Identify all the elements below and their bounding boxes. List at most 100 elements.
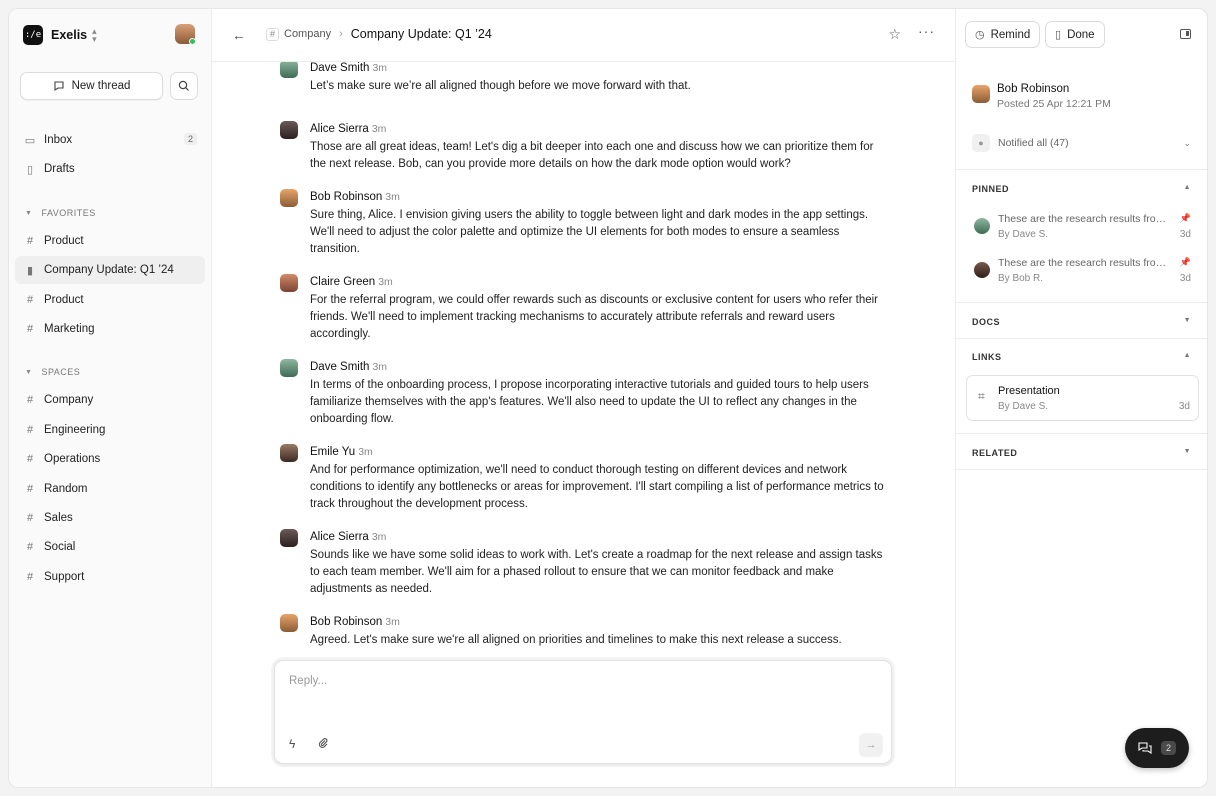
avatar bbox=[974, 262, 990, 278]
thread-details-panel: ◷ Remind ▯ Done Bob Robinson Posted 25 A… bbox=[955, 9, 1207, 787]
docs-heading[interactable]: DOCS ▼ bbox=[972, 317, 1191, 327]
message-list[interactable]: Dave Smith 3m Let’s make sure we’re all a… bbox=[212, 62, 955, 652]
sidebar-item-label: Operations bbox=[44, 453, 101, 465]
inbox-icon: ▭ bbox=[24, 134, 36, 147]
threads-fab-button[interactable]: 2 bbox=[1125, 728, 1189, 768]
sidebar-item-company-update[interactable]: ▮ Company Update: Q1 ’24 bbox=[15, 256, 205, 284]
message-author[interactable]: Claire Green bbox=[310, 276, 375, 288]
more-options-icon[interactable]: ··· bbox=[918, 23, 935, 39]
thread-header: ← # Company › Company Update: Q1 ’24 ☆ ·… bbox=[212, 9, 955, 62]
lightning-icon[interactable]: ϟ bbox=[289, 737, 295, 751]
breadcrumb-space-link[interactable]: Company bbox=[284, 28, 331, 40]
sidebar-item-label: Engineering bbox=[44, 424, 106, 436]
back-arrow-icon[interactable]: ← bbox=[232, 27, 246, 43]
file-icon: ▯ bbox=[26, 163, 34, 176]
message-author[interactable]: Dave Smith bbox=[310, 361, 369, 373]
workspace-switcher[interactable]: :/e Exelis ▴ ▾ bbox=[23, 23, 197, 47]
message-time: 3m bbox=[358, 446, 373, 458]
sidebar-item-product-2[interactable]: # Product bbox=[15, 286, 205, 314]
favorites-heading[interactable]: ▼ FAVORITES bbox=[25, 208, 96, 218]
divider bbox=[956, 302, 1207, 303]
avatar[interactable] bbox=[280, 614, 298, 632]
spaces-heading[interactable]: ▼ SPACES bbox=[25, 367, 80, 377]
divider bbox=[956, 338, 1207, 339]
avatar[interactable] bbox=[280, 121, 298, 139]
reply-input[interactable] bbox=[289, 675, 849, 687]
author-name[interactable]: Bob Robinson bbox=[997, 83, 1111, 95]
sidebar-item-company[interactable]: # Company bbox=[15, 386, 205, 414]
hash-icon: # bbox=[26, 541, 34, 553]
sidebar-item-drafts[interactable]: ▯ Drafts bbox=[15, 155, 205, 183]
message-time: 3m bbox=[372, 62, 388, 74]
figma-icon: ⌗ bbox=[978, 389, 985, 403]
message-time: 3m bbox=[371, 123, 387, 135]
pinned-item[interactable]: These are the research results from the … bbox=[974, 257, 1191, 289]
hash-icon: # bbox=[26, 294, 34, 306]
sidebar-item-support[interactable]: # Support bbox=[15, 563, 205, 591]
pinned-heading[interactable]: PINNED ▲ bbox=[972, 184, 1191, 194]
sidebar-item-operations[interactable]: # Operations bbox=[15, 445, 205, 473]
toggle-panel-icon[interactable] bbox=[1180, 29, 1191, 39]
search-button[interactable] bbox=[170, 72, 198, 100]
reply-composer: ϟ → bbox=[274, 660, 892, 764]
sidebar-item-marketing[interactable]: # Marketing bbox=[15, 315, 205, 343]
avatar[interactable] bbox=[280, 529, 298, 547]
sidebar-item-product[interactable]: # Product bbox=[15, 227, 205, 255]
link-card[interactable]: ⌗ Presentation By Dave S. 3d bbox=[966, 375, 1199, 421]
divider bbox=[956, 169, 1207, 170]
breadcrumb: # Company › Company Update: Q1 ’24 bbox=[266, 27, 492, 41]
message-author[interactable]: Alice Sierra bbox=[310, 123, 369, 135]
message-author[interactable]: Bob Robinson bbox=[310, 616, 382, 628]
pinned-by: By Dave S. bbox=[998, 229, 1049, 240]
avatar[interactable] bbox=[280, 359, 298, 377]
pin-icon: 📌 bbox=[1179, 213, 1191, 223]
message: Bob Robinson 3m Agreed. Let's make sure w… bbox=[280, 614, 892, 649]
caret-down-icon: ▼ bbox=[25, 368, 33, 376]
thread-main: ← # Company › Company Update: Q1 ’24 ☆ ·… bbox=[212, 9, 955, 787]
star-icon[interactable]: ☆ bbox=[888, 26, 901, 43]
sidebar-item-sales[interactable]: # Sales bbox=[15, 504, 205, 532]
sidebar-item-engineering[interactable]: # Engineering bbox=[15, 416, 205, 444]
page-title: Company Update: Q1 ’24 bbox=[350, 27, 492, 41]
caret-up-icon: ▲ bbox=[1183, 184, 1191, 191]
avatar[interactable] bbox=[280, 62, 298, 78]
new-thread-icon bbox=[54, 81, 64, 92]
avatar[interactable] bbox=[280, 444, 298, 462]
online-status-dot bbox=[189, 38, 196, 45]
caret-down-icon: ▼ bbox=[1183, 448, 1191, 455]
user-avatar[interactable] bbox=[175, 24, 196, 45]
sidebar-item-label: Company bbox=[44, 394, 94, 406]
paperclip-icon[interactable] bbox=[317, 737, 329, 752]
sidebar-item-inbox[interactable]: ▭ Inbox 2 bbox=[15, 126, 205, 154]
link-title: Presentation bbox=[998, 385, 1060, 397]
pin-icon: 📌 bbox=[1179, 257, 1191, 267]
message-author[interactable]: Emile Yu bbox=[310, 446, 355, 458]
new-thread-button[interactable]: New thread bbox=[20, 72, 163, 100]
avatar[interactable] bbox=[972, 85, 990, 103]
avatar[interactable] bbox=[280, 189, 298, 207]
sidebar-item-label: Product bbox=[44, 294, 84, 306]
avatar[interactable] bbox=[280, 274, 298, 292]
message-text: For the referral program, we could offer… bbox=[310, 294, 879, 340]
hash-icon: # bbox=[26, 323, 34, 335]
message-author[interactable]: Dave Smith bbox=[310, 62, 369, 74]
sidebar-item-label: Drafts bbox=[44, 163, 75, 175]
remind-button[interactable]: ◷ Remind bbox=[965, 21, 1041, 48]
notified-row[interactable]: ● Notified all (47) ⌄ bbox=[972, 134, 1191, 152]
sidebar-item-random[interactable]: # Random bbox=[15, 475, 205, 503]
sidebar-item-label: Social bbox=[44, 541, 76, 553]
related-heading[interactable]: RELATED ▼ bbox=[972, 448, 1191, 458]
message-author[interactable]: Bob Robinson bbox=[310, 191, 382, 203]
workspace-logo: :/e bbox=[23, 25, 43, 45]
sidebar-item-social[interactable]: # Social bbox=[15, 533, 205, 561]
done-button[interactable]: ▯ Done bbox=[1045, 21, 1105, 48]
sidebar-item-label: Marketing bbox=[44, 323, 95, 335]
send-button[interactable]: → bbox=[859, 733, 883, 757]
pinned-age: 3d bbox=[1179, 229, 1191, 240]
message-author[interactable]: Alice Sierra bbox=[310, 531, 369, 543]
links-heading[interactable]: LINKS ▲ bbox=[972, 352, 1191, 362]
pinned-item[interactable]: These are the research results from the … bbox=[974, 213, 1191, 245]
caret-up-icon: ▲ bbox=[1183, 352, 1191, 359]
pinned-text: These are the research results from the … bbox=[998, 257, 1168, 269]
message-text: Those are all great ideas, team! Let's d… bbox=[310, 141, 874, 170]
